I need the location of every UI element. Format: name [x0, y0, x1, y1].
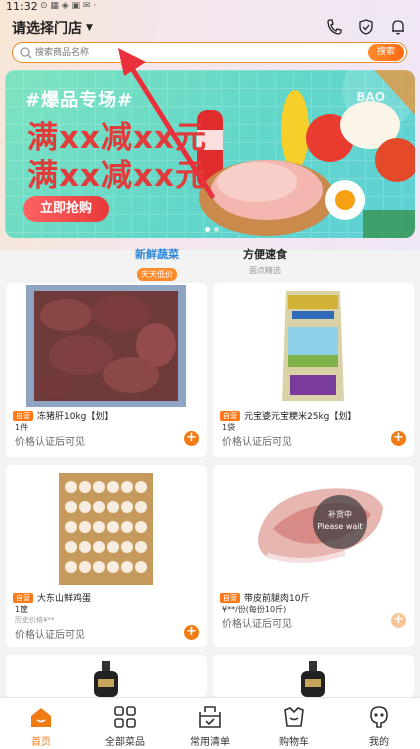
product-name: 自营 冻猪肝10kg【划】: [13, 409, 113, 422]
tab-subtitle: 天天低价: [137, 268, 177, 281]
tab-subtitle: 面点精选: [249, 266, 281, 275]
product-name: 自营 大东山鲜鸡蛋: [13, 591, 91, 604]
add-to-cart-button[interactable]: +: [391, 431, 406, 446]
sauce-bottle-image: [301, 661, 325, 697]
promo-banner[interactable]: #爆品专场# 满xx减xx元 满xx减xx元 BAO 立即抢购: [5, 70, 415, 238]
product-price: 价格认证后可见: [15, 630, 85, 641]
out-of-stock-sublabel: Please wait: [317, 522, 363, 531]
rice-bag-image: [268, 285, 358, 407]
search-icon: [20, 47, 32, 59]
self-operated-badge: 自营: [220, 592, 240, 603]
banner-tag: #爆品专场#: [25, 90, 134, 111]
product-name: 自营 带皮前腿肉10斤: [220, 591, 309, 604]
phone-icon[interactable]: [326, 18, 342, 36]
search-input[interactable]: [35, 44, 335, 61]
product-title: 元宝婆元宝粳米25kg【划】: [244, 412, 357, 422]
product-card[interactable]: 补货中 Please wait 自营 带皮前腿肉10斤 ¥**/份(每份10斤)…: [213, 465, 414, 647]
tab-label: 我的: [369, 737, 389, 748]
carousel-dot: [205, 227, 210, 232]
product-title: 大东山鲜鸡蛋: [37, 594, 92, 604]
frozen-liver-image: [26, 285, 186, 407]
banner-headline-2: 满xx减xx元: [27, 158, 207, 194]
tab-cart[interactable]: 购物车: [264, 704, 324, 748]
tab-label: 常用清单: [190, 737, 230, 748]
self-operated-badge: 自营: [13, 410, 33, 421]
shield-check-icon[interactable]: [358, 18, 374, 36]
product-card[interactable]: 自营 元宝婆元宝粳米25kg【划】 1袋 价格认证后可见 +: [213, 283, 414, 457]
search-button[interactable]: 搜索: [368, 44, 404, 61]
user-icon: [370, 706, 388, 728]
cart-icon: [284, 707, 304, 727]
status-time: 11:32: [6, 0, 38, 13]
tab-label: 全部菜品: [105, 737, 145, 748]
product-title: 带皮前腿肉10斤: [244, 594, 310, 604]
tab-title: 方便速食: [243, 248, 287, 261]
tab-title: 新鲜蔬菜: [135, 248, 179, 261]
carousel-indicator: [205, 227, 219, 232]
product-note: 历史价格¥**: [15, 616, 55, 624]
store-selector-label: 请选择门店: [12, 21, 82, 37]
search-bar: 搜索: [12, 42, 407, 63]
product-card[interactable]: [213, 655, 414, 697]
category-tabs: 新鲜蔬菜 天天低价 方便速食 面点精选: [0, 244, 420, 281]
tab-label: 购物车: [279, 737, 309, 748]
self-operated-badge: 自营: [13, 592, 33, 603]
out-of-stock-overlay: 补货中 Please wait: [313, 495, 367, 549]
bottom-tab-bar: 首页 全部菜品 常用清单 购物车 我的: [0, 697, 420, 749]
product-price: 价格认证后可见: [15, 437, 85, 448]
sauce-bottle-image: [94, 661, 118, 697]
caret-down-icon: ▼: [86, 23, 93, 33]
product-unit: 1件: [15, 423, 29, 432]
top-header: 请选择门店 ▼: [0, 16, 420, 40]
add-to-cart-button[interactable]: +: [184, 625, 199, 640]
tab-home[interactable]: 首页: [11, 704, 71, 748]
product-title: 冻猪肝10kg【划】: [37, 412, 114, 422]
carousel-dot: [214, 227, 219, 232]
product-price: 价格认证后可见: [222, 437, 292, 448]
tab-fresh-vegetables[interactable]: 新鲜蔬菜 天天低价: [122, 246, 192, 281]
buy-now-button[interactable]: 立即抢购: [23, 196, 109, 222]
status-bar: 11:32 ⊙ ▦ ◈ ▣ ✉ ·: [0, 0, 420, 14]
add-to-cart-button-disabled[interactable]: +: [391, 613, 406, 628]
product-name: 自营 元宝婆元宝粳米25kg【划】: [220, 409, 356, 422]
product-card[interactable]: [6, 655, 207, 697]
add-to-cart-button[interactable]: +: [184, 431, 199, 446]
product-price: 价格认证后可见: [222, 619, 292, 630]
tab-instant-food[interactable]: 方便速食 面点精选: [230, 246, 300, 276]
tab-frequent-list[interactable]: 常用清单: [180, 704, 240, 748]
product-card[interactable]: 自营 大东山鲜鸡蛋 1筐 历史价格¥** 价格认证后可见 +: [6, 465, 207, 647]
status-system-icons: ⊙ ▦ ◈ ▣ ✉ ·: [40, 1, 97, 11]
tab-all-dishes[interactable]: 全部菜品: [95, 704, 155, 748]
egg-crate-image: [51, 467, 161, 589]
product-unit: 1筐: [15, 605, 29, 614]
out-of-stock-label: 补货中: [328, 510, 352, 519]
bell-icon[interactable]: [390, 18, 406, 36]
self-operated-badge: 自营: [220, 410, 240, 421]
product-unit: 1袋: [222, 423, 236, 432]
list-box-icon: [199, 706, 221, 728]
product-card[interactable]: 自营 冻猪肝10kg【划】 1件 价格认证后可见 +: [6, 283, 207, 457]
tab-mine[interactable]: 我的: [349, 704, 409, 748]
store-selector[interactable]: 请选择门店 ▼: [12, 18, 93, 38]
product-unit: ¥**/份(每份10斤): [222, 605, 287, 614]
home-icon: [31, 708, 51, 727]
banner-brand-text: BAO: [356, 90, 385, 104]
grid-icon: [114, 706, 136, 728]
tab-label: 首页: [31, 737, 51, 748]
